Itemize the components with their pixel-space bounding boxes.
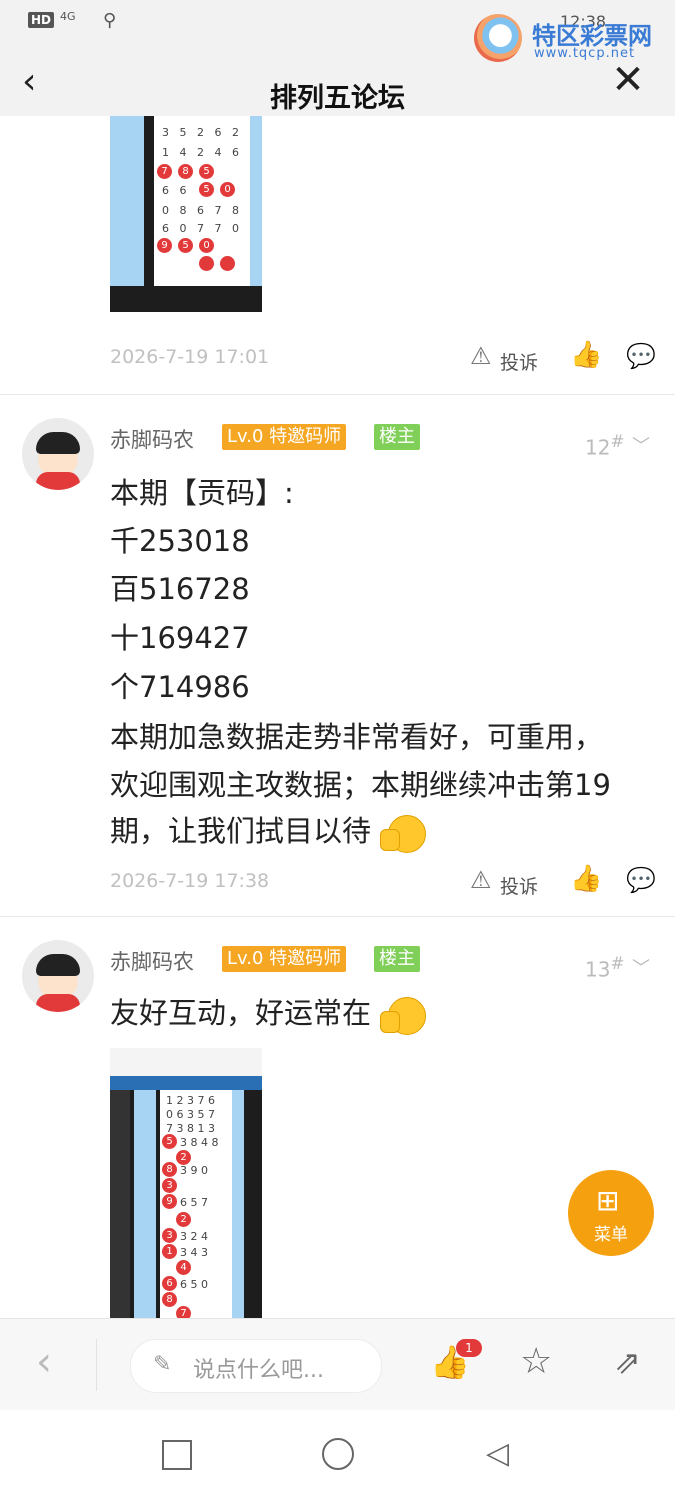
post-line: 期，让我们拭目以待	[110, 808, 427, 853]
report-button[interactable]: 投诉	[500, 872, 538, 899]
thumbs-up-emoji-icon	[380, 813, 427, 853]
like-icon[interactable]: 👍	[570, 340, 602, 370]
post-image[interactable]: 3 5 2 6 2 1 4 2 4 6 7 8 5 6 6 5 0 0 8 6 …	[110, 116, 262, 312]
post-line: 本期加急数据走势非常看好，可重用，	[110, 720, 604, 754]
post-line: 十169427	[110, 621, 250, 655]
post-line-text: 期，让我们拭目以待	[110, 814, 372, 848]
menu-label: 菜单	[594, 1225, 628, 1245]
report-icon[interactable]: ⚠	[470, 342, 492, 370]
post-date: 2026-7-19 17:38	[110, 870, 270, 892]
watermark-logo-icon	[474, 14, 522, 62]
home-icon[interactable]	[322, 1438, 354, 1470]
grid-icon: ⊞	[596, 1184, 620, 1217]
comment-placeholder: 说点什么吧...	[193, 1358, 324, 1383]
post-line-text: 友好互动，好运常在	[110, 996, 372, 1030]
back-icon[interactable]: ‹	[36, 1339, 52, 1385]
divider	[0, 394, 675, 395]
signal-icon: 4G	[60, 10, 76, 23]
post-image[interactable]: 1 2 3 7 6 0 6 3 5 7 7 3 8 1 3 5 3 8 4 8 …	[110, 1048, 262, 1318]
page-title: 排列五论坛	[270, 83, 405, 114]
location-icon: ⚲	[103, 10, 117, 31]
menu-button[interactable]: ⊞ 菜单	[568, 1170, 654, 1256]
comment-icon[interactable]: 💬	[626, 342, 656, 370]
comment-input[interactable]: ✎ 说点什么吧...	[130, 1339, 382, 1393]
pen-icon: ✎	[153, 1352, 172, 1377]
comment-icon[interactable]: 💬	[626, 866, 656, 894]
post-line: 本期【贡码】:	[110, 476, 294, 510]
floor-number: 12#	[585, 432, 625, 460]
like-count-badge: 1	[456, 1339, 482, 1357]
username[interactable]: 赤脚码农	[110, 946, 194, 976]
post-line: 个714986	[110, 670, 250, 704]
post-line: 百516728	[110, 572, 250, 606]
chevron-down-icon[interactable]: ﹀	[632, 954, 650, 980]
divider	[0, 916, 675, 917]
separator	[96, 1339, 97, 1391]
post-date: 2026-7-19 17:01	[110, 346, 270, 368]
report-button[interactable]: 投诉	[500, 348, 538, 375]
username[interactable]: 赤脚码农	[110, 424, 194, 454]
system-nav-bar: ◁	[0, 1410, 675, 1500]
close-icon[interactable]: ✕	[606, 58, 650, 102]
watermark: 特区彩票网 www.tqcp.net	[470, 10, 670, 64]
watermark-url: www.tqcp.net	[534, 46, 636, 61]
recent-apps-icon[interactable]	[162, 1440, 192, 1470]
star-icon[interactable]: ☆	[520, 1341, 552, 1382]
level-badge: Lv.0 特邀码师	[222, 946, 347, 972]
floor-number: 13#	[585, 954, 625, 982]
thumbs-up-emoji-icon	[380, 995, 427, 1035]
bottom-bar: ‹ ✎ 说点什么吧... 👍 1 ☆ ⇗	[0, 1318, 675, 1411]
post-line: 欢迎围观主攻数据；本期继续冲击第19	[110, 768, 611, 802]
chevron-down-icon[interactable]: ﹀	[632, 432, 650, 458]
like-icon[interactable]: 👍	[570, 864, 602, 894]
owner-badge: 楼主	[374, 424, 420, 450]
post-line: 千253018	[110, 524, 250, 558]
report-icon[interactable]: ⚠	[470, 866, 492, 894]
nav-back-icon[interactable]: ◁	[486, 1436, 509, 1471]
avatar[interactable]	[22, 940, 94, 1012]
owner-badge: 楼主	[374, 946, 420, 972]
hd-indicator: HD	[28, 12, 55, 28]
avatar[interactable]	[22, 418, 94, 490]
level-badge: Lv.0 特邀码师	[222, 424, 347, 450]
share-icon[interactable]: ⇗	[614, 1343, 641, 1381]
post-line: 友好互动，好运常在	[110, 990, 427, 1035]
